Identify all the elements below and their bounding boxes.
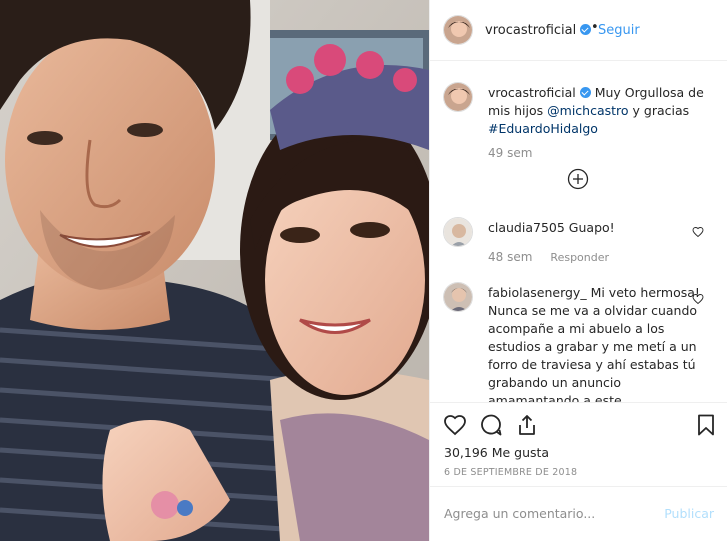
comment-age[interactable]: 48 sem bbox=[488, 250, 532, 264]
add-comment-bar: Agrega un comentario... Publicar bbox=[430, 486, 727, 541]
heart-icon[interactable] bbox=[692, 293, 704, 305]
post-photo[interactable] bbox=[0, 0, 429, 541]
caption-username[interactable]: vrocastroficial bbox=[488, 85, 576, 100]
author-username[interactable]: vrocastroficial bbox=[485, 23, 592, 38]
like-count[interactable]: 30,196 Me gusta bbox=[444, 445, 549, 460]
post-details-panel: vrocastroficial • Seguir vrocastroficial… bbox=[429, 0, 727, 541]
caption-avatar[interactable] bbox=[443, 82, 473, 112]
post-photo-image bbox=[0, 0, 429, 541]
verified-badge-icon bbox=[580, 24, 592, 35]
follow-button[interactable]: Seguir bbox=[598, 23, 640, 38]
comment-meta: 48 sem Responder bbox=[488, 250, 609, 264]
heart-icon[interactable] bbox=[692, 226, 704, 238]
verified-badge-icon bbox=[579, 87, 591, 98]
share-icon[interactable] bbox=[515, 413, 539, 437]
heart-icon[interactable] bbox=[443, 413, 467, 437]
caption-body-2: y gracias bbox=[632, 103, 690, 118]
comment-text: fabiolasenergy_ Mi veto hermosa! Nunca s… bbox=[488, 284, 712, 402]
hashtag-link[interactable]: #EduardoHidalgo bbox=[488, 121, 598, 136]
comment-body: Guapo! bbox=[568, 220, 615, 235]
post-actions: 30,196 Me gusta 6 DE SEPTIEMBRE DE 2018 bbox=[430, 402, 727, 486]
author-avatar[interactable] bbox=[443, 15, 473, 45]
comment-text: claudia7505 Guapo! bbox=[488, 219, 712, 237]
bookmark-icon[interactable] bbox=[694, 413, 718, 437]
plus-circle-icon[interactable] bbox=[567, 168, 589, 190]
comment-bubble-icon[interactable] bbox=[479, 413, 503, 437]
caption-age[interactable]: 49 sem bbox=[488, 146, 532, 160]
comments-list[interactable]: vrocastroficial Muy Orgullosa de mis hij… bbox=[430, 62, 727, 402]
comment-input[interactable]: Agrega un comentario... bbox=[444, 506, 595, 521]
reply-button[interactable]: Responder bbox=[550, 251, 609, 264]
commenter-avatar[interactable] bbox=[443, 217, 473, 247]
post-date[interactable]: 6 DE SEPTIEMBRE DE 2018 bbox=[444, 467, 577, 478]
comment-body: Mi veto hermosa! Nunca se me va a olvida… bbox=[488, 285, 700, 402]
mention-link[interactable]: @michcastro bbox=[547, 103, 628, 118]
post-header: vrocastroficial • Seguir bbox=[430, 0, 727, 61]
commenter-username[interactable]: claudia7505 bbox=[488, 220, 565, 235]
commenter-username[interactable]: fabiolasenergy_ bbox=[488, 285, 587, 300]
caption-text: vrocastroficial Muy Orgullosa de mis hij… bbox=[488, 84, 712, 138]
commenter-avatar[interactable] bbox=[443, 282, 473, 312]
publish-button[interactable]: Publicar bbox=[664, 506, 714, 521]
